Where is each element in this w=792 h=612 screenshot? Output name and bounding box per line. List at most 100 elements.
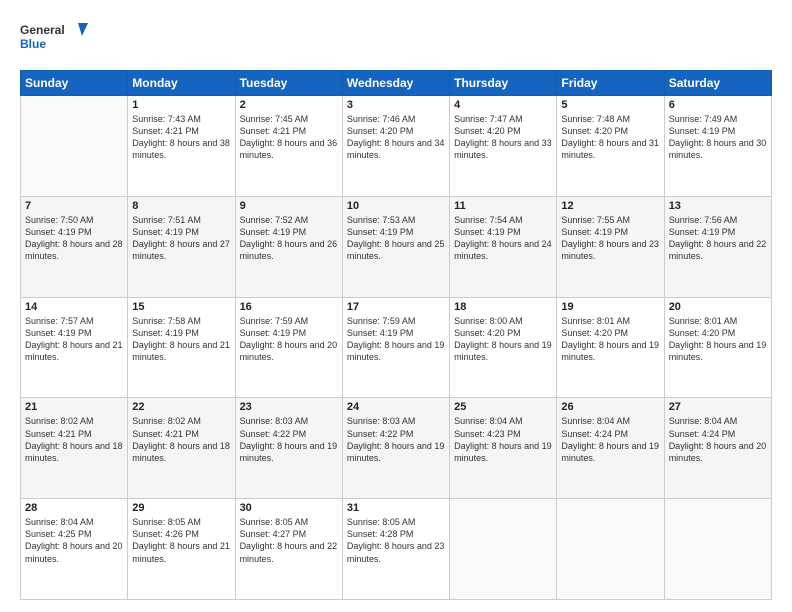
cell-info: Sunrise: 7:59 AMSunset: 4:19 PMDaylight:… [240,315,338,364]
day-number: 21 [25,401,123,413]
calendar-week-row: 14 Sunrise: 7:57 AMSunset: 4:19 PMDayligh… [21,297,772,398]
page: General Blue SundayMondayTuesdayWednesda… [0,0,792,612]
cell-info: Sunrise: 8:04 AMSunset: 4:23 PMDaylight:… [454,415,552,464]
calendar-cell: 4 Sunrise: 7:47 AMSunset: 4:20 PMDaylight… [450,96,557,197]
calendar-table: SundayMondayTuesdayWednesdayThursdayFrid… [20,70,772,600]
cell-info: Sunrise: 8:01 AMSunset: 4:20 PMDaylight:… [669,315,767,364]
cell-info: Sunrise: 8:04 AMSunset: 4:24 PMDaylight:… [669,415,767,464]
cell-info: Sunrise: 7:52 AMSunset: 4:19 PMDaylight:… [240,214,338,263]
calendar-week-row: 28 Sunrise: 8:04 AMSunset: 4:25 PMDayligh… [21,499,772,600]
day-number: 7 [25,200,123,212]
cell-info: Sunrise: 7:58 AMSunset: 4:19 PMDaylight:… [132,315,230,364]
cell-info: Sunrise: 7:49 AMSunset: 4:19 PMDaylight:… [669,113,767,162]
calendar-cell [21,96,128,197]
cell-info: Sunrise: 7:51 AMSunset: 4:19 PMDaylight:… [132,214,230,263]
calendar-week-row: 7 Sunrise: 7:50 AMSunset: 4:19 PMDaylight… [21,196,772,297]
day-number: 30 [240,502,338,514]
day-number: 12 [561,200,659,212]
calendar-header-thursday: Thursday [450,71,557,96]
calendar-cell [557,499,664,600]
calendar-cell: 23 Sunrise: 8:03 AMSunset: 4:22 PMDayligh… [235,398,342,499]
cell-info: Sunrise: 7:50 AMSunset: 4:19 PMDaylight:… [25,214,123,263]
cell-info: Sunrise: 7:46 AMSunset: 4:20 PMDaylight:… [347,113,445,162]
day-number: 29 [132,502,230,514]
calendar-cell: 19Sunrise: 8:01 AMSunset: 4:20 PMDayligh… [557,297,664,398]
cell-info: Sunrise: 7:55 AMSunset: 4:19 PMDaylight:… [561,214,659,263]
cell-info: Sunrise: 8:04 AMSunset: 4:25 PMDaylight:… [25,516,123,565]
calendar-cell: 30 Sunrise: 8:05 AMSunset: 4:27 PMDayligh… [235,499,342,600]
calendar-cell: 17 Sunrise: 7:59 AMSunset: 4:19 PMDayligh… [342,297,449,398]
cell-info: Sunrise: 7:56 AMSunset: 4:19 PMDaylight:… [669,214,767,263]
day-number: 31 [347,502,445,514]
day-number: 9 [240,200,338,212]
cell-info: Sunrise: 7:43 AMSunset: 4:21 PMDaylight:… [132,113,230,162]
day-number: 18 [454,301,552,313]
calendar-cell: 16Sunrise: 7:59 AMSunset: 4:19 PMDayligh… [235,297,342,398]
day-number: 28 [25,502,123,514]
cell-info: Sunrise: 7:45 AMSunset: 4:21 PMDaylight:… [240,113,338,162]
cell-info: Sunrise: 8:05 AMSunset: 4:26 PMDaylight:… [132,516,230,565]
calendar-header-sunday: Sunday [21,71,128,96]
calendar-cell: 10 Sunrise: 7:53 AMSunset: 4:19 PMDayligh… [342,196,449,297]
cell-info: Sunrise: 8:05 AMSunset: 4:28 PMDaylight:… [347,516,445,565]
calendar-header-saturday: Saturday [664,71,771,96]
calendar-header-wednesday: Wednesday [342,71,449,96]
day-number: 10 [347,200,445,212]
calendar-cell: 3 Sunrise: 7:46 AMSunset: 4:20 PMDaylight… [342,96,449,197]
cell-info: Sunrise: 7:53 AMSunset: 4:19 PMDaylight:… [347,214,445,263]
calendar-cell: 29 Sunrise: 8:05 AMSunset: 4:26 PMDayligh… [128,499,235,600]
calendar-cell: 15 Sunrise: 7:58 AMSunset: 4:19 PMDayligh… [128,297,235,398]
day-number: 20 [669,301,767,313]
calendar-cell: 6Sunrise: 7:49 AMSunset: 4:19 PMDaylight… [664,96,771,197]
svg-text:General: General [20,23,65,37]
cell-info: Sunrise: 8:01 AMSunset: 4:20 PMDaylight:… [561,315,659,364]
day-number: 17 [347,301,445,313]
calendar-week-row: 21 Sunrise: 8:02 AMSunset: 4:21 PMDayligh… [21,398,772,499]
cell-info: Sunrise: 8:00 AMSunset: 4:20 PMDaylight:… [454,315,552,364]
calendar-header-tuesday: Tuesday [235,71,342,96]
calendar-cell: 13 Sunrise: 7:56 AMSunset: 4:19 PMDayligh… [664,196,771,297]
svg-text:Blue: Blue [20,37,46,51]
day-number: 14 [25,301,123,313]
cell-info: Sunrise: 7:47 AMSunset: 4:20 PMDaylight:… [454,113,552,162]
calendar-cell: 8Sunrise: 7:51 AMSunset: 4:19 PMDaylight… [128,196,235,297]
calendar-cell: 27Sunrise: 8:04 AMSunset: 4:24 PMDayligh… [664,398,771,499]
cell-info: Sunrise: 8:04 AMSunset: 4:24 PMDaylight:… [561,415,659,464]
calendar-cell: 28 Sunrise: 8:04 AMSunset: 4:25 PMDayligh… [21,499,128,600]
day-number: 15 [132,301,230,313]
day-number: 24 [347,401,445,413]
cell-info: Sunrise: 7:57 AMSunset: 4:19 PMDaylight:… [25,315,123,364]
day-number: 3 [347,99,445,111]
calendar-cell: 2Sunrise: 7:45 AMSunset: 4:21 PMDaylight… [235,96,342,197]
day-number: 26 [561,401,659,413]
cell-info: Sunrise: 7:59 AMSunset: 4:19 PMDaylight:… [347,315,445,364]
day-number: 13 [669,200,767,212]
day-number: 4 [454,99,552,111]
calendar-cell: 21 Sunrise: 8:02 AMSunset: 4:21 PMDayligh… [21,398,128,499]
day-number: 22 [132,401,230,413]
calendar-cell: 18 Sunrise: 8:00 AMSunset: 4:20 PMDayligh… [450,297,557,398]
calendar-cell: 11Sunrise: 7:54 AMSunset: 4:19 PMDayligh… [450,196,557,297]
calendar-cell [450,499,557,600]
calendar-cell: 7 Sunrise: 7:50 AMSunset: 4:19 PMDaylight… [21,196,128,297]
cell-info: Sunrise: 8:03 AMSunset: 4:22 PMDaylight:… [240,415,338,464]
calendar-header-row: SundayMondayTuesdayWednesdayThursdayFrid… [21,71,772,96]
calendar-cell: 9 Sunrise: 7:52 AMSunset: 4:19 PMDaylight… [235,196,342,297]
calendar-header-friday: Friday [557,71,664,96]
calendar-cell: 14 Sunrise: 7:57 AMSunset: 4:19 PMDayligh… [21,297,128,398]
cell-info: Sunrise: 8:02 AMSunset: 4:21 PMDaylight:… [25,415,123,464]
calendar-header-monday: Monday [128,71,235,96]
calendar-cell: 5Sunrise: 7:48 AMSunset: 4:20 PMDaylight… [557,96,664,197]
day-number: 23 [240,401,338,413]
calendar-cell: 22Sunrise: 8:02 AMSunset: 4:21 PMDayligh… [128,398,235,499]
calendar-cell: 12 Sunrise: 7:55 AMSunset: 4:19 PMDayligh… [557,196,664,297]
calendar-cell: 25 Sunrise: 8:04 AMSunset: 4:23 PMDayligh… [450,398,557,499]
day-number: 11 [454,200,552,212]
logo: General Blue [20,18,90,60]
calendar-cell: 26 Sunrise: 8:04 AMSunset: 4:24 PMDayligh… [557,398,664,499]
calendar-cell: 24 Sunrise: 8:03 AMSunset: 4:22 PMDayligh… [342,398,449,499]
calendar-cell: 31 Sunrise: 8:05 AMSunset: 4:28 PMDayligh… [342,499,449,600]
day-number: 25 [454,401,552,413]
cell-info: Sunrise: 8:03 AMSunset: 4:22 PMDaylight:… [347,415,445,464]
cell-info: Sunrise: 8:05 AMSunset: 4:27 PMDaylight:… [240,516,338,565]
